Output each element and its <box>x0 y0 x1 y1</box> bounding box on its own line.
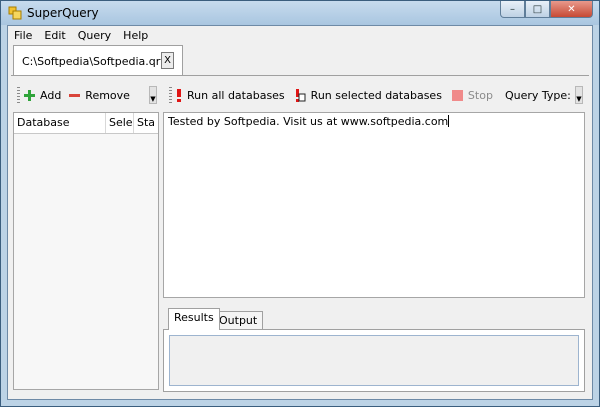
maximize-icon: □ <box>532 3 543 15</box>
application-window: SuperQuery – □ ✕ File Edit Query Help C:… <box>0 0 600 407</box>
minus-icon <box>69 93 81 97</box>
document-body: Add Remove ▼ Database Sele Sta Run all d… <box>11 75 589 396</box>
toolbar-grip[interactable] <box>169 87 172 103</box>
chevron-down-icon: ▼ <box>150 95 156 103</box>
query-toolbar: Run all databases Run selected databases… <box>165 84 585 106</box>
menu-query[interactable]: Query <box>72 29 117 42</box>
text-caret <box>448 115 450 127</box>
document-tab-label: C:\Softpedia\Softpedia.qry <box>22 55 167 68</box>
minimize-button[interactable]: – <box>500 1 525 18</box>
run-selected-databases-button[interactable]: Run selected databases <box>295 88 442 102</box>
document-tab[interactable]: C:\Softpedia\Softpedia.qry X <box>13 45 183 75</box>
chevron-down-icon: ▼ <box>576 95 582 103</box>
stop-button[interactable]: Stop <box>451 88 493 102</box>
remove-database-button[interactable]: Remove <box>69 89 130 102</box>
maximize-button[interactable]: □ <box>525 1 550 18</box>
query-editor[interactable]: Tested by Softpedia. Visit us at www.sof… <box>163 112 585 298</box>
database-grid-header: Database Sele Sta <box>14 113 158 134</box>
close-document-button[interactable]: X <box>161 52 174 69</box>
tab-output[interactable]: Output <box>213 311 264 329</box>
query-toolbar-overflow-button[interactable]: ▼ <box>575 86 583 104</box>
query-type-label: Query Type: <box>504 88 571 102</box>
results-tabstrip: Results Output <box>163 308 585 330</box>
toolbar-grip[interactable] <box>17 87 20 103</box>
database-toolbar: Add Remove <box>13 84 157 106</box>
left-toolbar-overflow-button[interactable]: ▼ <box>149 86 157 104</box>
menu-bar: File Edit Query Help <box>8 26 592 45</box>
results-content[interactable] <box>169 335 579 386</box>
close-icon: ✕ <box>567 3 576 15</box>
plus-icon <box>24 89 35 101</box>
superquery-app-icon <box>8 6 22 20</box>
close-window-button[interactable]: ✕ <box>550 1 593 18</box>
run-selected-icon <box>295 88 306 102</box>
query-editor-text: Tested by Softpedia. Visit us at www.sof… <box>168 115 449 128</box>
menu-edit[interactable]: Edit <box>38 29 71 42</box>
stop-icon <box>451 89 463 101</box>
column-header-selected[interactable]: Sele <box>106 113 134 133</box>
stop-label: Stop <box>467 88 493 102</box>
column-header-database[interactable]: Database <box>14 113 106 133</box>
client-area: File Edit Query Help C:\Softpedia\Softpe… <box>7 25 593 400</box>
minimize-icon: – <box>510 3 515 15</box>
menu-help[interactable]: Help <box>117 29 154 42</box>
column-header-status[interactable]: Sta <box>134 113 158 133</box>
window-controls: – □ ✕ <box>500 1 593 20</box>
tab-results[interactable]: Results <box>168 308 220 330</box>
remove-label: Remove <box>85 88 130 102</box>
database-grid[interactable]: Database Sele Sta <box>13 112 159 390</box>
run-all-label: Run all databases <box>187 88 285 102</box>
results-pane <box>163 329 585 392</box>
run-selected-label: Run selected databases <box>310 88 442 102</box>
document-tabstrip: C:\Softpedia\Softpedia.qry X <box>8 45 592 75</box>
add-database-button[interactable]: Add <box>24 89 61 102</box>
run-all-databases-button[interactable]: Run all databases <box>176 88 285 102</box>
add-label: Add <box>40 88 62 102</box>
title-bar[interactable]: SuperQuery – □ ✕ <box>1 1 599 25</box>
exclamation-icon <box>177 88 181 102</box>
menu-file[interactable]: File <box>8 29 38 42</box>
window-title: SuperQuery <box>27 6 99 20</box>
